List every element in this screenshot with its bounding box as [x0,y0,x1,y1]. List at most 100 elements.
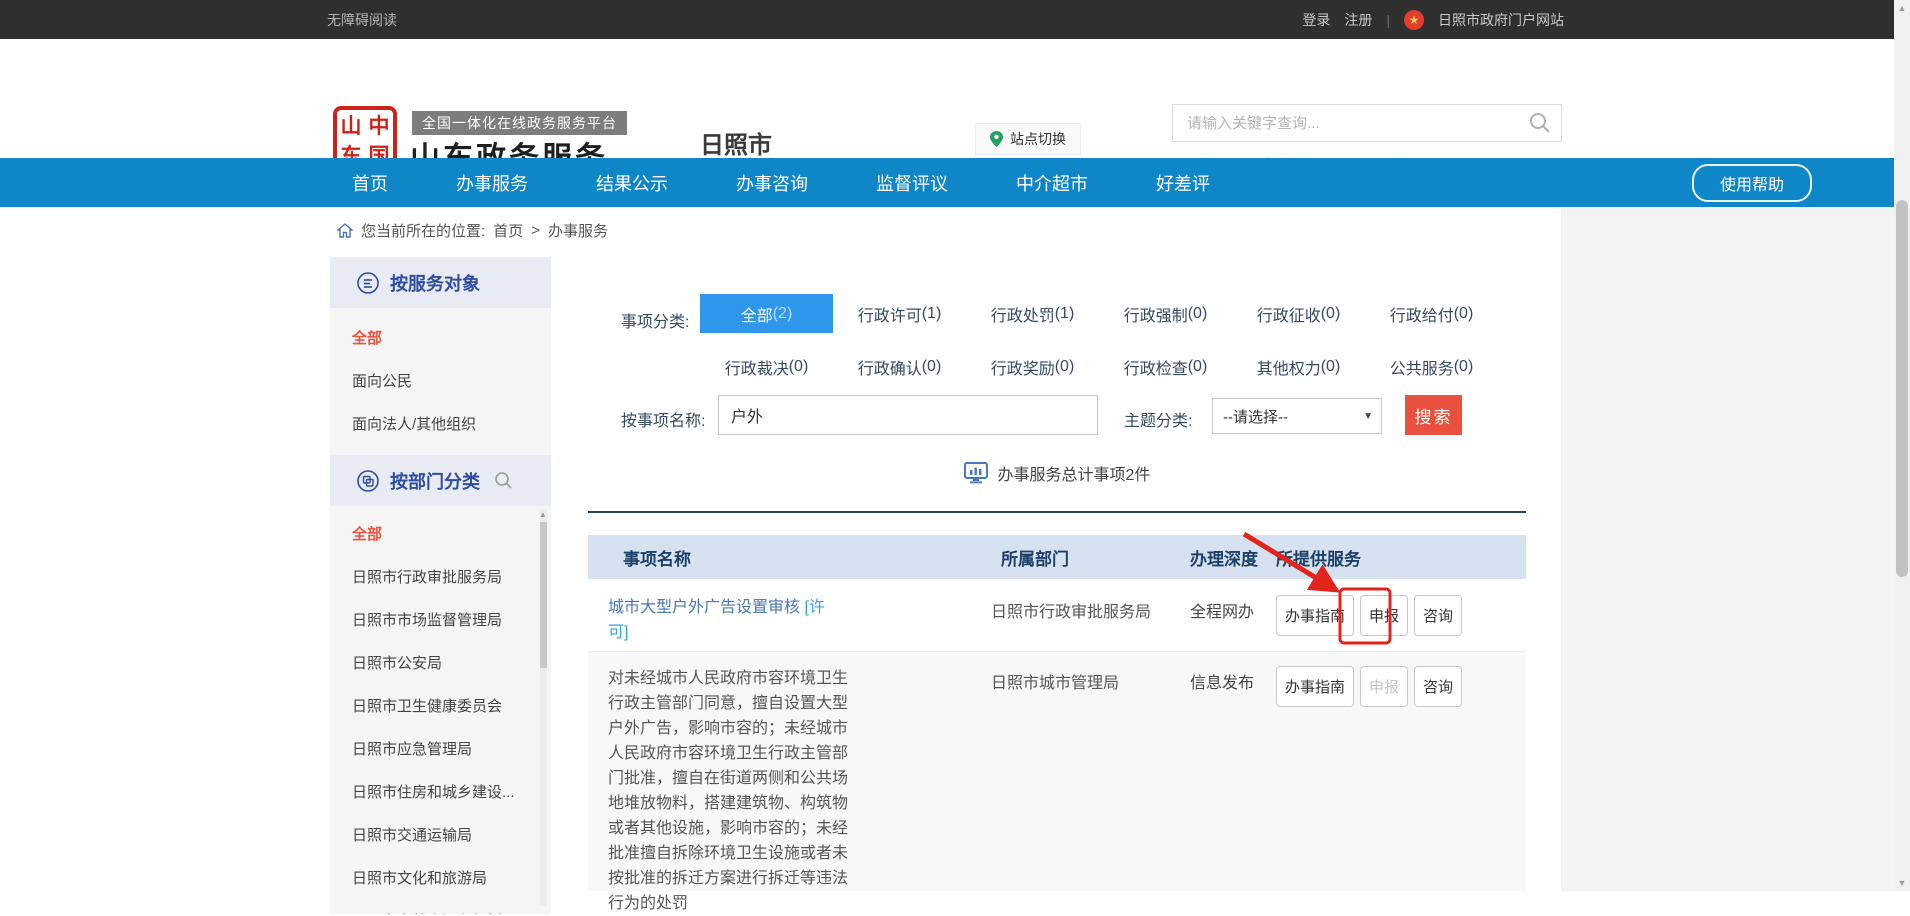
service-object-list: 全部 面向公民 面向法人/其他组织 [330,308,551,455]
department-item[interactable]: 日照市行政审批服务局 [330,555,551,598]
item-tag: 可] [608,620,860,645]
stats-text: 办事服务总计事项2件 [998,461,1151,485]
nav-rating[interactable]: 好差评 [1156,170,1210,196]
tab-xingzheng-xuke[interactable]: 行政许可(1) [833,294,966,333]
apply-button[interactable]: 申报 [1360,595,1408,636]
guide-button[interactable]: 办事指南 [1276,666,1354,707]
apply-button-disabled: 申报 [1360,666,1408,707]
department-item[interactable]: 日照市文化和旅游局 [330,856,551,899]
department-search-icon[interactable] [494,471,513,490]
city-name: 日照市 [700,125,772,160]
item-tag: [许 [804,599,824,616]
main-content: 事项分类: 全部(2) 行政许可(1) 行政处罚(1) 行政强制(0) 行政征收… [588,253,1526,891]
topbar-divider: | [1386,12,1390,28]
item-link[interactable]: 城市大型户外广告设置审核 [许 可] [608,595,860,645]
tab-qita-quanli[interactable]: 其他权力(0) [1232,347,1365,386]
breadcrumb-home[interactable]: 首页 [493,220,523,241]
register-link[interactable]: 注册 [1344,10,1372,30]
tab-xingzheng-jiancha[interactable]: 行政检查(0) [1099,347,1232,386]
scroll-up-icon[interactable]: ▲ [1894,3,1910,13]
department-item[interactable]: 日照市卫生健康委员会 [330,684,551,727]
guide-button[interactable]: 办事指南 [1276,595,1354,636]
service-object-icon [356,271,380,295]
item-search-row: 按事项名称: 主题分类: --请选择-- ▼ 搜索 [588,395,1526,439]
col-depth: 办理深度 [1180,545,1276,570]
col-department: 所属部门 [985,545,1180,570]
nav-consult[interactable]: 办事咨询 [736,170,808,196]
main-nav: 首页 办事服务 结果公示 办事咨询 监督评议 中介超市 好差评 使用帮助 [0,158,1894,207]
nav-services[interactable]: 办事服务 [456,170,528,196]
department-item[interactable]: 日照市交通运输局 [330,813,551,856]
help-button[interactable]: 使用帮助 [1692,164,1812,202]
accessibility-link[interactable]: 无障碍阅读 [327,10,397,30]
department-item[interactable]: 日照市住房和城乡建设... [330,770,551,813]
tab-count: (0) [1321,305,1341,323]
sidebar: 按服务对象 全部 面向公民 面向法人/其他组织 按部门分类 全部 日照市行政审批… [330,257,551,914]
site-header: 山 中 东 国 全国一体化在线政务服务平台 山东政务服务 日照市 站点切换 全部… [0,39,1894,158]
service-object-citizen[interactable]: 面向公民 [330,359,551,402]
category-tabs-row2: 行政裁决(0) 行政确认(0) 行政奖励(0) 行政检查(0) 其他权力(0) … [700,347,1498,386]
browser-scrollbar[interactable]: ▲ ▼ [1894,0,1910,891]
portal-link[interactable]: 日照市政府门户网站 [1438,10,1564,30]
department-item[interactable]: 日照市公安局 [330,641,551,684]
item-actions: 办事指南 申报 咨询 [1276,595,1526,636]
scroll-down-icon[interactable]: ▼ [1894,878,1910,888]
nav-supervision[interactable]: 监督评议 [876,170,948,196]
tab-xingzheng-queren[interactable]: 行政确认(0) [833,347,966,386]
search-icon[interactable] [1529,112,1551,134]
login-link[interactable]: 登录 [1302,10,1330,30]
tab-count: (0) [1055,358,1075,376]
search-submit-button[interactable]: 搜索 [1405,395,1462,435]
section-divider [588,511,1526,513]
tab-gonggong-fuwu[interactable]: 公共服务(0) [1365,347,1498,386]
item-name-label: 按事项名称: [621,407,705,431]
keyword-search-box [1172,104,1562,142]
department-header: 按部门分类 [330,455,551,506]
stats-summary: 办事服务总计事项2件 [588,461,1526,485]
service-object-all[interactable]: 全部 [330,316,551,359]
table-row: 城市大型户外广告设置审核 [许 可] 日照市行政审批服务局 全程网办 办事指南 … [588,579,1526,651]
nav-home[interactable]: 首页 [352,170,388,196]
tab-label: 行政处罚 [991,302,1055,326]
tab-xingzheng-zhengshou[interactable]: 行政征收(0) [1232,294,1365,333]
seal-char: 山 [337,110,365,140]
tab-xingzheng-caijue[interactable]: 行政裁决(0) [700,347,833,386]
department-list: 全部 日照市行政审批服务局 日照市市场监督管理局 日照市公安局 日照市卫生健康委… [330,506,551,914]
platform-tag: 全国一体化在线政务服务平台 [412,111,627,135]
department-scrollbar[interactable]: ▲ [540,510,547,906]
department-title: 按部门分类 [390,468,480,494]
service-object-legal[interactable]: 面向法人/其他组织 [330,402,551,445]
department-item-all[interactable]: 全部 [330,512,551,555]
home-icon [337,223,353,238]
tab-count: (0) [789,358,809,376]
item-name: 对未经城市人民政府市容环境卫生行政主管部门同意，擅自设置大型户外广告，影响市容的… [608,666,860,916]
tab-xingzheng-chufa[interactable]: 行政处罚(1) [966,294,1099,333]
consult-button[interactable]: 咨询 [1414,595,1462,636]
tab-label: 行政许可 [858,302,922,326]
department-item[interactable]: 日照市应急管理局 [330,727,551,770]
department-item[interactable]: 日照市自然资源和规划... [330,899,551,914]
scrollbar-thumb[interactable] [540,522,547,668]
service-object-header: 按服务对象 [330,257,551,308]
nav-intermediary[interactable]: 中介超市 [1016,170,1088,196]
keyword-search-input[interactable] [1173,115,1529,132]
topic-label: 主题分类: [1124,407,1192,431]
tab-xingzheng-jifu[interactable]: 行政给付(0) [1365,294,1498,333]
tab-all[interactable]: 全部(2) [700,294,833,333]
tab-xingzheng-jiangli[interactable]: 行政奖励(0) [966,347,1099,386]
nav-results[interactable]: 结果公示 [596,170,668,196]
tab-label: 行政给付 [1390,302,1454,326]
site-switch-button[interactable]: 站点切换 [975,123,1081,155]
tab-xingzheng-qiangzhi[interactable]: 行政强制(0) [1099,294,1232,333]
tab-count: (0) [1188,305,1208,323]
tab-count: (0) [922,358,942,376]
consult-button[interactable]: 咨询 [1414,666,1462,707]
tab-label: 全部 [741,302,773,326]
item-name-input[interactable] [718,395,1098,435]
item-name: 城市大型户外广告设置审核 [608,599,800,616]
scroll-up-icon[interactable]: ▲ [539,510,547,519]
department-item[interactable]: 日照市市场监督管理局 [330,598,551,641]
item-depth: 信息发布 [1180,666,1276,693]
topic-select[interactable]: --请选择-- ▼ [1212,398,1382,434]
scrollbar-thumb[interactable] [1896,200,1908,577]
